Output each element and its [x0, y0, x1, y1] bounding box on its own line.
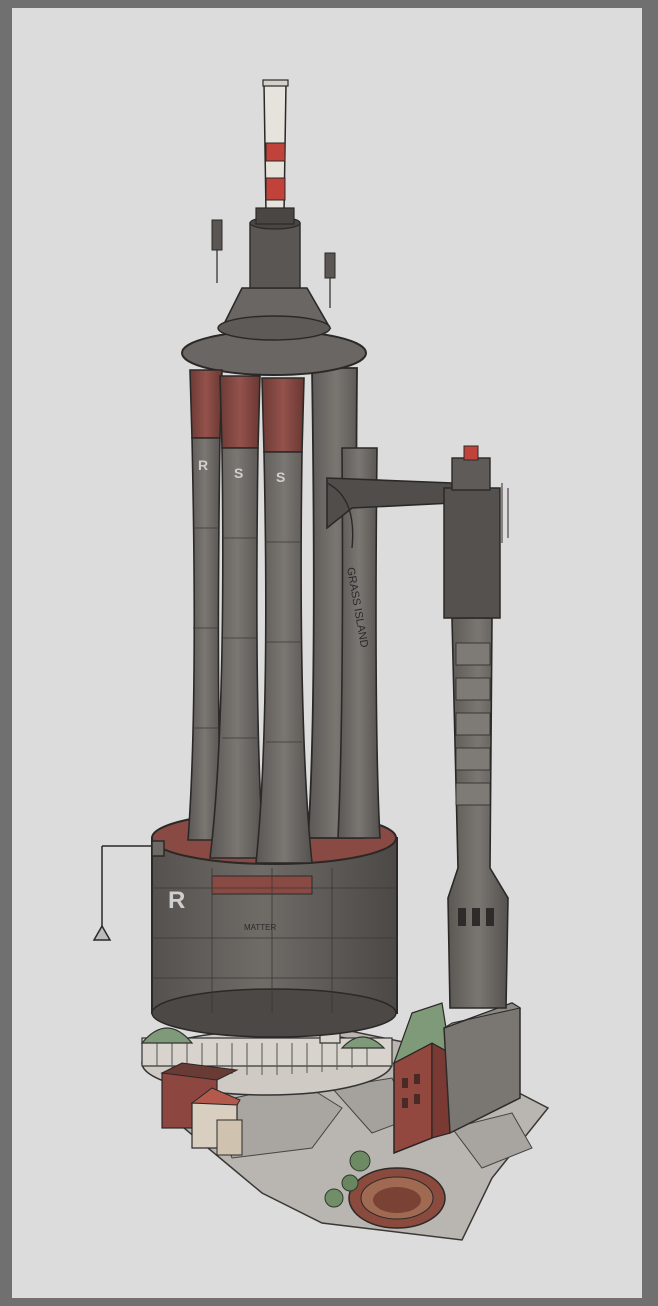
industrial-tower-illustration: R MATTER R S S GRASS ISLAND	[92, 79, 550, 1241]
arena	[348, 1167, 446, 1229]
stack-letter-3: S	[276, 469, 285, 485]
base-sign: MATTER	[244, 923, 277, 932]
stack-letter-2: S	[234, 465, 243, 481]
stack-letter-1: R	[198, 457, 208, 473]
brick-gatehouse	[392, 1002, 451, 1155]
image-frame: R MATTER R S S GRASS ISLAND	[0, 0, 658, 1306]
base-letter: R	[168, 887, 185, 914]
main-tower: R S S GRASS ISLAND	[181, 330, 381, 864]
secondary-tower	[443, 445, 509, 1009]
artwork-canvas: R MATTER R S S GRASS ISLAND	[12, 8, 642, 1298]
upper-cupola	[211, 216, 336, 341]
top-chimney	[255, 79, 295, 225]
